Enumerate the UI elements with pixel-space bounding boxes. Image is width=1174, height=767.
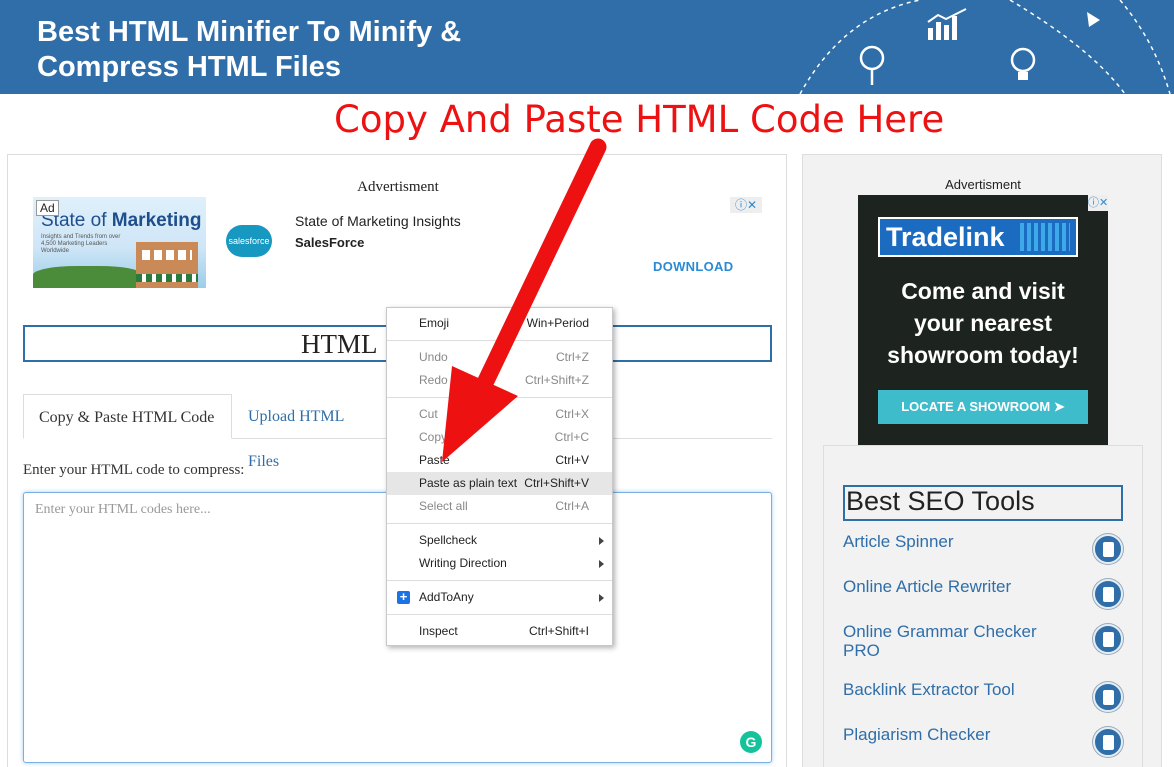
menu-item-paste-plain[interactable]: Paste as plain text Ctrl+Shift+V (387, 472, 612, 495)
salesforce-logo-icon[interactable]: salesforce (226, 225, 272, 257)
locate-showroom-button[interactable]: LOCATE A SHOWROOM ➤ (878, 390, 1088, 424)
tab-upload[interactable]: Upload HTML Files (233, 394, 393, 470)
seo-tools-box: Best SEO Tools Article Spinner Online Ar… (823, 445, 1143, 767)
tool-item-plagiarism-checker[interactable]: Plagiarism Checker (843, 725, 1133, 765)
submenu-arrow-icon (599, 537, 604, 545)
seo-tools-title: Best SEO Tools (846, 486, 1035, 516)
headline-instruction: Copy And Paste HTML Code Here (334, 98, 945, 141)
menu-separator (387, 580, 612, 581)
ad-download-button[interactable]: DOWNLOAD (653, 259, 733, 274)
tool-link[interactable]: Backlink Extractor Tool (843, 680, 1073, 699)
menu-separator (387, 614, 612, 615)
menu-item-spellcheck[interactable]: Spellcheck (387, 529, 612, 552)
input-label: Enter your HTML code to compress: (23, 462, 245, 478)
tradelink-message: Come and visit your nearest showroom tod… (887, 278, 1079, 368)
context-menu: Emoji Win+Period Undo Ctrl+Z Redo Ctrl+Shif… (386, 307, 613, 646)
tradelink-ad[interactable]: Tradelink Come and visit your nearest sh… (858, 195, 1108, 445)
ad-caption: Advertisment (357, 179, 439, 195)
ad-image[interactable]: State of Marketing Insights and Trends f… (33, 197, 206, 288)
menu-item-redo[interactable]: Redo Ctrl+Shift+Z (387, 369, 612, 392)
banner-title-line2: Compress HTML Files (37, 51, 342, 83)
tool-link[interactable]: Plagiarism Checker (843, 725, 1073, 744)
tradelink-stripes (1020, 223, 1070, 251)
header-banner: Best HTML Minifier To Minify & Compress … (0, 0, 1174, 94)
backlink-icon[interactable] (1093, 682, 1123, 712)
section-title: HTML (301, 329, 378, 359)
ad-choices-icon[interactable]: ⓘ✕ (730, 197, 762, 213)
tool-link[interactable]: Article Spinner (843, 532, 1073, 551)
tool-item-grammar-checker[interactable]: Online Grammar Checker PRO (843, 622, 1133, 662)
html-code-placeholder: Enter your HTML codes here... (35, 502, 211, 517)
ad-trees (33, 266, 143, 288)
menu-separator (387, 340, 612, 341)
plus-icon: + (397, 590, 410, 604)
grammar-icon[interactable] (1093, 624, 1123, 654)
sidebar-ad-caption: Advertisment (945, 177, 1021, 192)
menu-item-paste[interactable]: Paste Ctrl+V (387, 449, 612, 472)
banner-title-line1: Best HTML Minifier To Minify & (37, 16, 462, 48)
tool-item-article-spinner[interactable]: Article Spinner (843, 532, 1133, 572)
menu-item-emoji[interactable]: Emoji Win+Period (387, 312, 612, 335)
menu-item-select-all[interactable]: Select all Ctrl+A (387, 495, 612, 518)
banner-decoration-icon (799, 0, 1171, 94)
menu-item-undo[interactable]: Undo Ctrl+Z (387, 346, 612, 369)
banner-title: Best HTML Minifier To Minify & Compress … (37, 15, 597, 85)
ad-building (136, 242, 198, 288)
rewriter-icon[interactable] (1093, 579, 1123, 609)
grammarly-icon[interactable]: G (740, 731, 762, 753)
tab-copy-paste[interactable]: Copy & Paste HTML Code (23, 394, 232, 439)
menu-item-addtoany[interactable]: + AddToAny (387, 586, 612, 609)
sidebar-ad-choices-icon[interactable]: ⓘ✕ (1088, 195, 1108, 211)
menu-item-writing-direction[interactable]: Writing Direction (387, 552, 612, 575)
ad-title[interactable]: State of Marketing Insights (295, 213, 461, 229)
ad-image-subtitle: Insights and Trends from over 4,500 Mark… (41, 234, 121, 254)
ad-image-title: State of Marketing (41, 210, 202, 231)
sidebar: Advertisment Tradelink Come and visit yo… (802, 154, 1162, 767)
menu-separator (387, 523, 612, 524)
menu-item-copy[interactable]: Copy Ctrl+C (387, 426, 612, 449)
tool-link[interactable]: Online Grammar Checker PRO (843, 622, 1053, 660)
ad-badge: Ad (36, 200, 59, 216)
menu-item-cut[interactable]: Cut Ctrl+X (387, 403, 612, 426)
tool-item-article-rewriter[interactable]: Online Article Rewriter (843, 577, 1133, 617)
submenu-arrow-icon (599, 594, 604, 602)
ad-brand[interactable]: SalesForce (295, 235, 364, 250)
spinner-icon[interactable] (1093, 534, 1123, 564)
tool-link[interactable]: Online Article Rewriter (843, 577, 1073, 596)
tradelink-logo: Tradelink (878, 217, 1078, 257)
menu-item-inspect[interactable]: Inspect Ctrl+Shift+I (387, 620, 612, 643)
menu-separator (387, 397, 612, 398)
seo-tools-heading: Best SEO Tools (843, 485, 1123, 521)
tool-item-backlink-extractor[interactable]: Backlink Extractor Tool (843, 680, 1133, 720)
plagiarism-icon[interactable] (1093, 727, 1123, 757)
submenu-arrow-icon (599, 560, 604, 568)
